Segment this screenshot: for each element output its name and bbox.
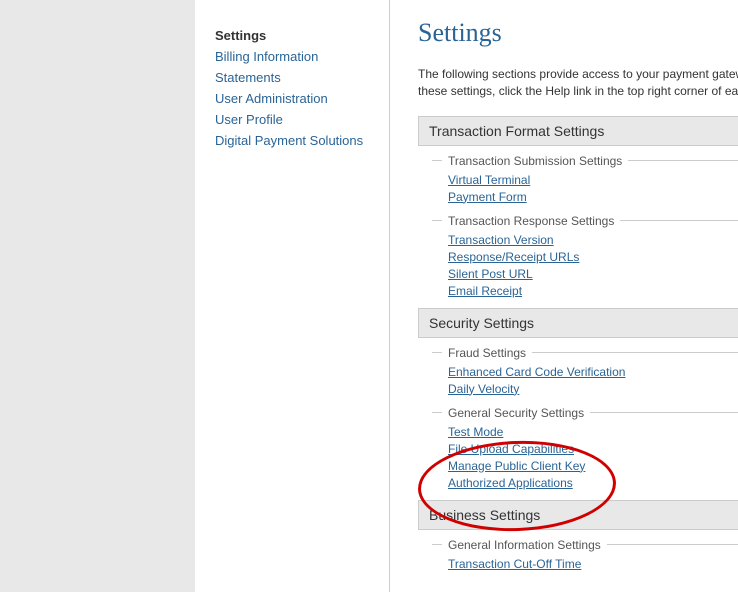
main-content: Settings The following sections provide …	[390, 0, 738, 592]
section-header-transaction-format: Transaction Format Settings	[418, 116, 738, 146]
intro-line-2: these settings, click the Help link in t…	[418, 84, 738, 98]
link-payment-form[interactable]: Payment Form	[448, 190, 527, 204]
sidebar-item-digital-payment-solutions[interactable]: Digital Payment Solutions	[215, 133, 374, 148]
link-daily-velocity[interactable]: Daily Velocity	[448, 382, 519, 396]
link-enhanced-card-code-verification[interactable]: Enhanced Card Code Verification	[448, 365, 625, 379]
sidebar-item-statements[interactable]: Statements	[215, 70, 374, 85]
link-transaction-version[interactable]: Transaction Version	[448, 233, 554, 247]
subsection-title: Transaction Response Settings	[432, 214, 738, 228]
subsection-title: General Security Settings	[432, 406, 738, 420]
section-header-business: Business Settings	[418, 500, 738, 530]
sidebar-item-user-profile[interactable]: User Profile	[215, 112, 374, 127]
section-header-security: Security Settings	[418, 308, 738, 338]
link-virtual-terminal[interactable]: Virtual Terminal	[448, 173, 530, 187]
link-file-upload-capabilities[interactable]: File Upload Capabilities	[448, 442, 574, 456]
subsection-general-information: General Information Settings Transaction…	[432, 538, 738, 571]
intro-text: The following sections provide access to…	[418, 66, 738, 100]
subsection-fraud: Fraud Settings Enhanced Card Code Verifi…	[432, 346, 738, 396]
link-email-receipt[interactable]: Email Receipt	[448, 284, 522, 298]
link-test-mode[interactable]: Test Mode	[448, 425, 503, 439]
subsection-title: Transaction Submission Settings	[432, 154, 738, 168]
page-title: Settings	[418, 18, 738, 48]
link-silent-post-url[interactable]: Silent Post URL	[448, 267, 533, 281]
link-transaction-cutoff-time[interactable]: Transaction Cut-Off Time	[448, 557, 581, 571]
link-response-receipt-urls[interactable]: Response/Receipt URLs	[448, 250, 579, 264]
link-manage-public-client-key[interactable]: Manage Public Client Key	[448, 459, 585, 473]
sidebar-item-billing-information[interactable]: Billing Information	[215, 49, 374, 64]
sidebar-item-user-administration[interactable]: User Administration	[215, 91, 374, 106]
subsection-transaction-response: Transaction Response Settings Transactio…	[432, 214, 738, 298]
sidebar-title: Settings	[215, 28, 374, 43]
subsection-title: General Information Settings	[432, 538, 738, 552]
subsection-title: Fraud Settings	[432, 346, 738, 360]
subsection-transaction-submission: Transaction Submission Settings Virtual …	[432, 154, 738, 204]
sidebar: Settings Billing Information Statements …	[195, 0, 390, 592]
link-authorized-applications[interactable]: Authorized Applications	[448, 476, 573, 490]
intro-line-1: The following sections provide access to…	[418, 67, 738, 81]
subsection-general-security: General Security Settings Test Mode File…	[432, 406, 738, 490]
